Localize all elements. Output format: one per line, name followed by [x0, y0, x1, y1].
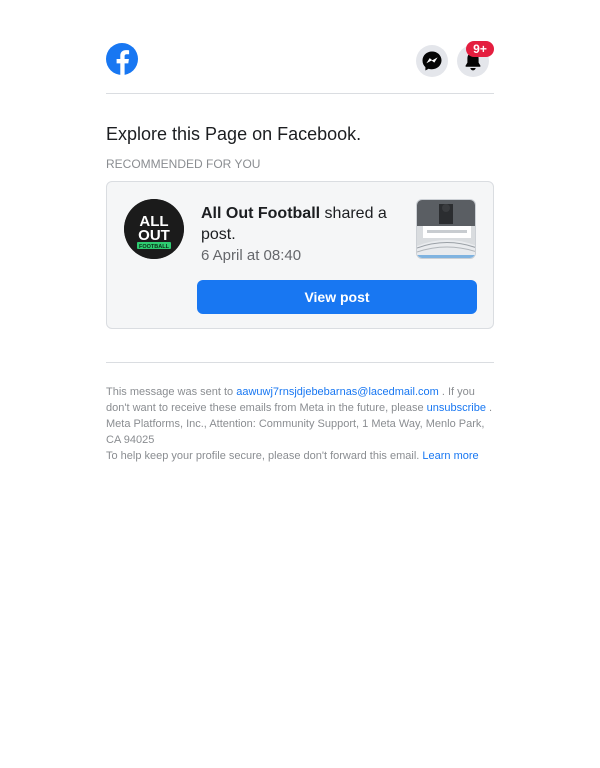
page-avatar[interactable]: ALL OUT FOOTBALL [124, 199, 184, 259]
learn-more-link[interactable]: Learn more [422, 450, 478, 462]
post-thumbnail-image[interactable] [416, 199, 476, 259]
unsubscribe-link[interactable]: unsubscribe [427, 402, 486, 414]
recipient-email-link[interactable]: aawuwj7rnsjdjebebarnas@lacedmail.com [236, 386, 439, 398]
email-footer: This message was sent to aawuwj7rnsjdjeb… [106, 384, 494, 464]
view-post-button[interactable]: View post [197, 280, 477, 314]
messenger-icon[interactable] [416, 45, 448, 77]
post-story-text: All Out Football shared a post. [201, 203, 397, 245]
facebook-logo-icon[interactable] [106, 43, 138, 75]
post-timestamp: 6 April at 08:40 [201, 247, 302, 264]
page-name-link[interactable]: All Out Football [201, 205, 320, 222]
sent-to-text: This message was sent to [106, 386, 237, 398]
avatar-logo-tag: FOOTBALL [139, 244, 170, 250]
recommended-post-card: ALL OUT FOOTBALL All Out Football shared… [106, 181, 494, 329]
security-note: To help keep your profile secure, please… [106, 450, 423, 462]
email-container: 9+ Explore this Page on Facebook. RECOMM… [106, 0, 494, 464]
section-label: RECOMMENDED FOR YOU [106, 157, 261, 171]
notification-count-badge: 9+ [466, 41, 494, 57]
footer-divider [106, 362, 494, 363]
avatar-logo-line2: OUT [138, 227, 170, 244]
page-headline: Explore this Page on Facebook. [106, 124, 362, 144]
email-header: 9+ [106, 0, 494, 94]
